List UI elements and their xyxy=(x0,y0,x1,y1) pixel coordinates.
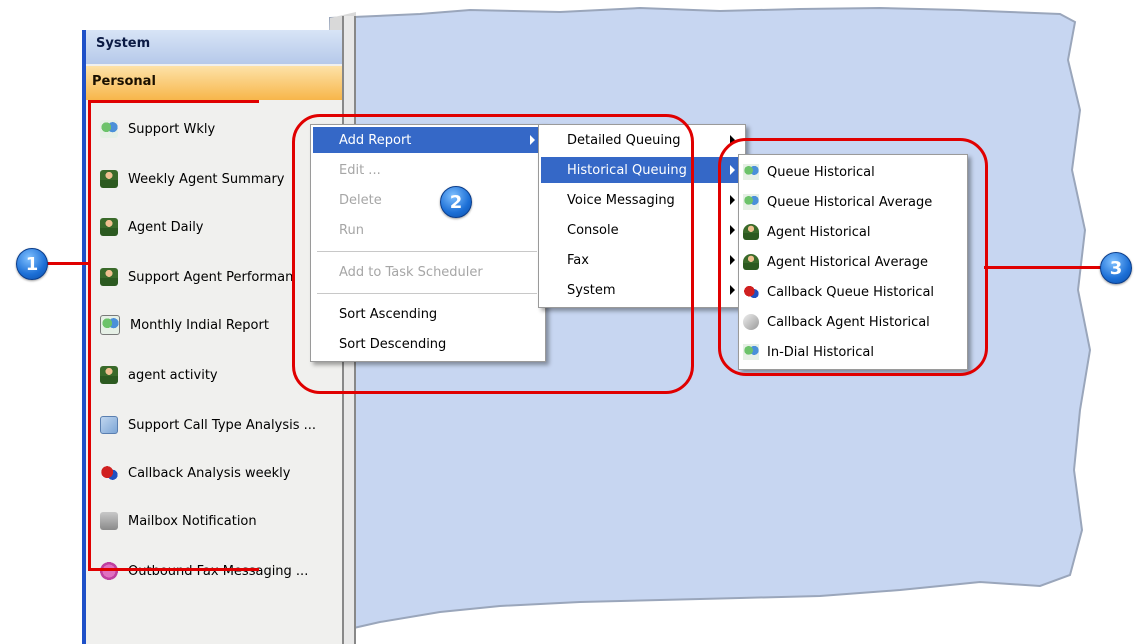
callout-badge-3: 3 xyxy=(1100,252,1132,284)
system-header[interactable]: System xyxy=(86,30,344,64)
callout-highlight-1-bracket xyxy=(88,100,259,571)
callout-highlight-2 xyxy=(292,114,694,394)
callout-badge-1: 1 xyxy=(16,248,48,280)
callout-badge-2: 2 xyxy=(440,186,472,218)
callout-leader-3 xyxy=(984,266,1102,269)
personal-header[interactable]: Personal xyxy=(86,66,344,100)
callout-leader-1 xyxy=(44,262,90,265)
callout-highlight-3 xyxy=(718,138,988,376)
